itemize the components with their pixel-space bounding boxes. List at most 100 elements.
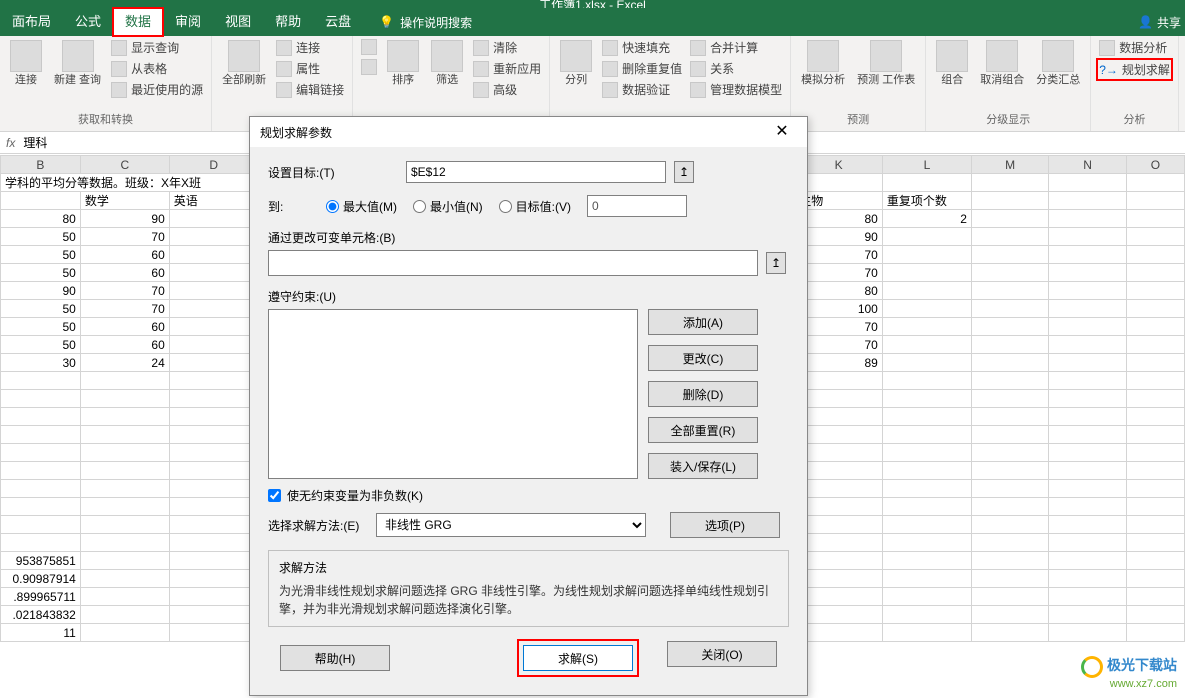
cell[interactable] xyxy=(169,318,258,336)
header-text[interactable]: 学科的平均分等数据。班级：X年X班 xyxy=(1,174,259,192)
share-button[interactable]: 👤 共享 xyxy=(1138,14,1181,31)
cell[interactable]: 60 xyxy=(80,264,169,282)
cell[interactable] xyxy=(882,354,971,372)
target-value-input[interactable] xyxy=(587,195,687,217)
tab-layout[interactable]: 面布局 xyxy=(0,8,63,36)
change-button[interactable]: 更改(C) xyxy=(648,345,758,371)
col-header-d[interactable]: D xyxy=(169,156,258,174)
what-if-button[interactable]: 模拟分析 xyxy=(797,38,849,89)
cell[interactable]: 重复项个数 xyxy=(882,192,971,210)
cell[interactable]: 90 xyxy=(1,282,81,300)
edit-links-button[interactable]: 编辑链接 xyxy=(274,80,346,99)
flash-fill-button[interactable]: 快速填充 xyxy=(600,38,684,57)
cell[interactable] xyxy=(169,210,258,228)
cell[interactable] xyxy=(169,246,258,264)
cell[interactable]: 数学 xyxy=(80,192,169,210)
connections-button[interactable]: 连接 xyxy=(274,38,346,57)
sort-za-button[interactable] xyxy=(359,58,379,76)
col-header-o[interactable]: O xyxy=(1126,156,1184,174)
cell[interactable]: 50 xyxy=(1,336,81,354)
clear-button[interactable]: 清除 xyxy=(471,38,543,57)
formula-input[interactable] xyxy=(23,136,223,150)
cell[interactable]: .021843832 xyxy=(1,606,81,624)
cell[interactable] xyxy=(882,318,971,336)
cell[interactable]: 70 xyxy=(80,282,169,300)
nonneg-checkbox[interactable] xyxy=(268,489,281,502)
advanced-button[interactable]: 高级 xyxy=(471,80,543,99)
min-radio[interactable]: 最小值(N) xyxy=(413,198,483,215)
ungroup-button[interactable]: 取消组合 xyxy=(976,38,1028,89)
cell[interactable] xyxy=(882,228,971,246)
sort-az-button[interactable] xyxy=(359,38,379,56)
cell[interactable] xyxy=(169,282,258,300)
data-analysis-button[interactable]: 数据分析 xyxy=(1097,38,1172,57)
max-radio[interactable]: 最大值(M) xyxy=(326,198,397,215)
from-table-button[interactable]: 从表格 xyxy=(109,59,205,78)
cell[interactable] xyxy=(169,228,258,246)
load-save-button[interactable]: 装入/保存(L) xyxy=(648,453,758,479)
variable-cells-input[interactable] xyxy=(268,250,758,276)
solver-button[interactable]: ?→规划求解 xyxy=(1097,59,1172,80)
cell[interactable]: 50 xyxy=(1,246,81,264)
close-button[interactable]: 关闭(O) xyxy=(667,641,777,667)
target-cell-input[interactable] xyxy=(406,161,666,183)
forecast-sheet-button[interactable]: 预测 工作表 xyxy=(853,38,919,89)
solver-method-select[interactable]: 非线性 GRG xyxy=(376,513,646,537)
reset-button[interactable]: 全部重置(R) xyxy=(648,417,758,443)
col-header-b[interactable]: B xyxy=(1,156,81,174)
fx-icon[interactable]: fx xyxy=(6,136,15,150)
col-header-l[interactable]: L xyxy=(882,156,971,174)
sort-button[interactable]: 排序 xyxy=(383,38,423,89)
tab-formulas[interactable]: 公式 xyxy=(63,8,113,36)
col-header-n[interactable]: N xyxy=(1049,156,1126,174)
cell[interactable]: 60 xyxy=(80,246,169,264)
cell[interactable] xyxy=(882,246,971,264)
properties-button[interactable]: 属性 xyxy=(274,59,346,78)
cell[interactable]: 60 xyxy=(80,318,169,336)
cell[interactable]: 953875851 xyxy=(1,552,81,570)
group-button[interactable]: 组合 xyxy=(932,38,972,89)
refresh-all-button[interactable]: 全部刷新 xyxy=(218,38,270,89)
cell[interactable] xyxy=(882,282,971,300)
cell[interactable]: 50 xyxy=(1,318,81,336)
cell[interactable]: 30 xyxy=(1,354,81,372)
cell[interactable]: 70 xyxy=(80,228,169,246)
solve-button[interactable]: 求解(S) xyxy=(523,645,633,671)
tab-help[interactable]: 帮助 xyxy=(263,8,313,36)
cell[interactable]: 11 xyxy=(1,624,81,642)
relationships-button[interactable]: 关系 xyxy=(688,59,784,78)
cell[interactable]: 90 xyxy=(80,210,169,228)
tab-view[interactable]: 视图 xyxy=(213,8,263,36)
cell[interactable]: .899965711 xyxy=(1,588,81,606)
tab-review[interactable]: 审阅 xyxy=(163,8,213,36)
reapply-button[interactable]: 重新应用 xyxy=(471,59,543,78)
add-button[interactable]: 添加(A) xyxy=(648,309,758,335)
cell[interactable]: 24 xyxy=(80,354,169,372)
data-validation-button[interactable]: 数据验证 xyxy=(600,80,684,99)
cell[interactable] xyxy=(169,336,258,354)
range-picker-button[interactable]: ↥ xyxy=(674,161,694,183)
remove-dup-button[interactable]: 删除重复值 xyxy=(600,59,684,78)
cell[interactable] xyxy=(882,300,971,318)
tab-cloud[interactable]: 云盘 xyxy=(313,8,363,36)
help-button[interactable]: 帮助(H) xyxy=(280,645,390,671)
cell[interactable]: 50 xyxy=(1,228,81,246)
options-button[interactable]: 选项(P) xyxy=(670,512,780,538)
tell-me-search[interactable]: 💡 操作说明搜索 xyxy=(379,14,472,31)
cell[interactable] xyxy=(169,300,258,318)
cell[interactable]: 英语 xyxy=(169,192,258,210)
close-icon[interactable]: ✕ xyxy=(767,117,797,147)
value-radio[interactable]: 目标值:(V) xyxy=(499,198,571,215)
cell[interactable]: 0.90987914 xyxy=(1,570,81,588)
new-query-button[interactable]: 新建 查询 xyxy=(50,38,105,89)
cell[interactable] xyxy=(169,264,258,282)
range-picker-button-2[interactable]: ↥ xyxy=(766,252,786,274)
cell[interactable]: 50 xyxy=(1,300,81,318)
cell[interactable] xyxy=(169,354,258,372)
constraints-list[interactable] xyxy=(268,309,638,479)
cell[interactable] xyxy=(882,336,971,354)
cell[interactable]: 80 xyxy=(1,210,81,228)
delete-button[interactable]: 删除(D) xyxy=(648,381,758,407)
cell[interactable]: 70 xyxy=(80,300,169,318)
tab-data[interactable]: 数据 xyxy=(113,8,163,36)
